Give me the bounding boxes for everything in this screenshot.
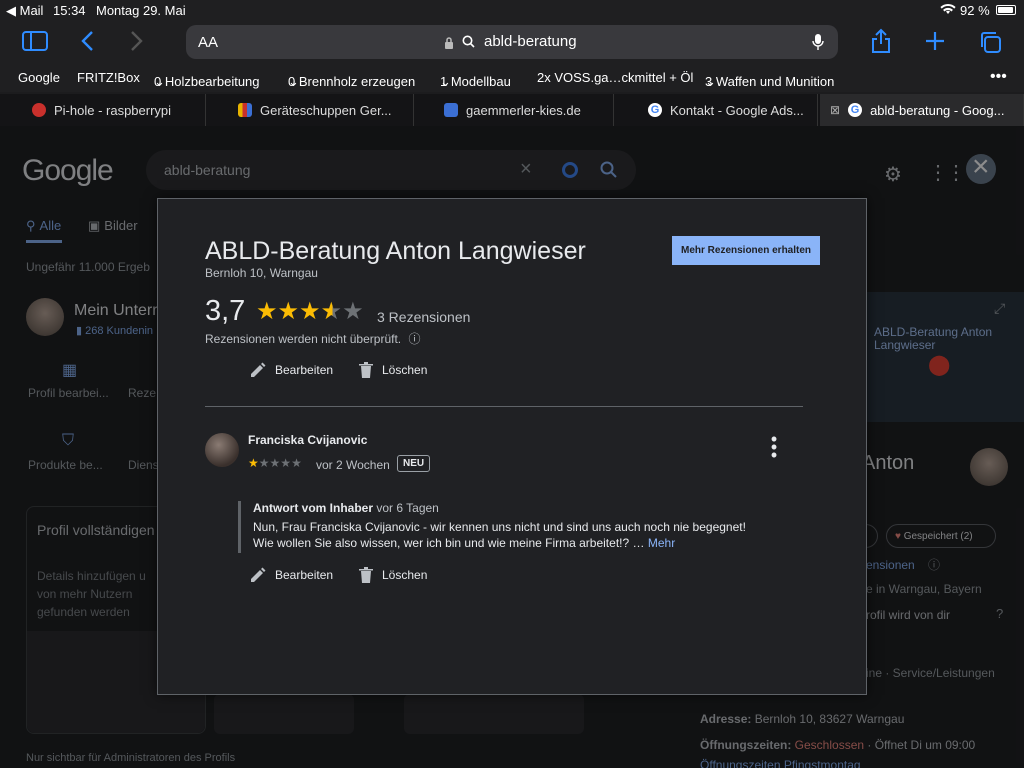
tab-geraeteschuppen[interactable]: Geräteschuppen Ger... — [228, 94, 414, 126]
star-empty-icon: ★ — [269, 456, 281, 470]
browser-toolbar: AA abld-beratung — [0, 20, 1024, 66]
star-full-icon: ★ — [256, 298, 278, 325]
bookmark-label: 0 Brennholz erzeugen — [288, 74, 416, 89]
edit-label: Bearbeiten — [275, 568, 334, 582]
battery-percent: 92 % — [960, 3, 990, 18]
chevron-down-icon: ⌄ — [440, 74, 451, 89]
tab-pihole[interactable]: Pi-hole - raspberrypi — [22, 94, 206, 126]
back-icon[interactable] — [80, 30, 94, 57]
reviewer-name[interactable]: Franciska Cvijanovic — [248, 433, 367, 447]
search-icon — [462, 35, 475, 53]
star-empty-icon: ★ — [291, 456, 302, 470]
star-full-icon: ★ — [277, 298, 300, 325]
chevron-down-icon: ⌄ — [288, 74, 299, 89]
bookmark-label: 0 Holzbearbeitung — [154, 74, 260, 89]
review-stars: ★ ★ ★ ★ ★ — [248, 457, 302, 469]
tab-label: Kontakt - Google Ads... — [670, 102, 804, 118]
get-more-reviews-button[interactable]: Mehr Rezensionen erhalten — [672, 236, 820, 265]
reply-line: Nun, Frau Franciska Cvijanovic - wir ken… — [253, 520, 746, 534]
close-tab-icon[interactable]: ⊠ — [830, 103, 840, 117]
chevron-down-icon: ⌄ — [154, 74, 165, 89]
url-text: abld-beratung — [484, 33, 577, 50]
reply-text: Nun, Frau Franciska Cvijanovic - wir ken… — [253, 519, 758, 551]
forward-icon[interactable] — [130, 30, 144, 57]
rating-stars: ★ ★ ★ ★ ★ — [256, 300, 364, 324]
star-full-icon: ★ — [299, 298, 321, 325]
bookmarks-bar: Google FRITZ!Box 0 Holzbearbeitung ⌄ 0 B… — [0, 66, 1024, 92]
pencil-icon — [251, 362, 266, 377]
status-bar: ◀ Mail 15:34 Montag 29. Mai 92 % — [0, 0, 1024, 20]
sidebar-icon[interactable] — [22, 31, 48, 56]
bookmark-fritzbox[interactable]: FRITZ!Box — [77, 70, 140, 85]
tab-label: Pi-hole - raspberrypi — [54, 102, 172, 118]
tab-google-ads[interactable]: G Kontakt - Google Ads... — [638, 94, 818, 126]
more-bookmarks-icon[interactable]: ••• — [990, 68, 1007, 86]
lock-icon — [444, 36, 454, 54]
star-partial-icon: ★ — [320, 298, 343, 325]
reply-delete-button[interactable]: Löschen — [358, 566, 427, 584]
tab-overview-icon[interactable] — [978, 30, 1002, 59]
reply-header: Antwort vom Inhaber vor 6 Tagen — [253, 501, 758, 515]
delete-label: Löschen — [382, 568, 428, 582]
owner-reply: Antwort vom Inhaber vor 6 Tagen Nun, Fra… — [238, 501, 758, 553]
wifi-icon — [940, 3, 956, 18]
google-icon: G — [648, 103, 662, 117]
not-verified-text: Rezensionen werden nicht überprüft. — [205, 332, 402, 346]
google-icon: G — [848, 103, 863, 117]
microphone-icon[interactable] — [812, 33, 824, 56]
business-title: ABLD-Beratung Anton Langwieser — [205, 237, 586, 265]
reply-edit-button[interactable]: Bearbeiten — [249, 566, 333, 584]
bookmark-google[interactable]: Google — [18, 70, 60, 85]
reviewer-avatar[interactable] — [205, 433, 239, 467]
status-date: Montag 29. Mai — [96, 3, 186, 18]
star-empty-icon: ★ — [258, 456, 270, 470]
trash-icon — [359, 362, 373, 378]
tab-bar: Pi-hole - raspberrypi Geräteschuppen Ger… — [0, 94, 1024, 126]
edit-label: Bearbeiten — [275, 363, 334, 377]
tab-label: gaemmerler-kies.de — [466, 102, 581, 118]
address-bar[interactable]: AA abld-beratung — [186, 25, 838, 59]
battery-icon — [996, 5, 1016, 15]
tab-label: abld-beratung - Goog... — [870, 102, 1005, 118]
new-badge: NEU — [397, 455, 431, 472]
star-empty-icon: ★ — [342, 298, 364, 325]
more-options-icon[interactable]: • • • — [768, 430, 780, 464]
raspberry-icon — [32, 103, 46, 117]
reply-more-link[interactable]: Mehr — [648, 536, 675, 550]
tab-label: Geräteschuppen Ger... — [260, 102, 392, 118]
share-icon[interactable] — [870, 28, 892, 59]
delete-label: Löschen — [382, 363, 428, 377]
rating-value: 3,7 — [205, 295, 246, 327]
reply-line: Wie wollen Sie also wissen, wer ich bin … — [253, 536, 645, 550]
section-divider — [205, 406, 803, 407]
tab-abld-beratung[interactable]: ⊠ Gabld-beratung - Goog... — [820, 94, 1024, 126]
status-time: 15:34 — [53, 3, 86, 18]
star-full-icon: ★ — [248, 456, 259, 470]
review-date: vor 2 Wochen — [316, 458, 390, 472]
reply-label: Antwort vom Inhaber — [253, 501, 374, 515]
bookmark-voss[interactable]: 2x VOSS.ga…ckmittel + Öl — [537, 70, 693, 85]
info-icon[interactable]: ⓘ — [408, 332, 420, 346]
reply-date: vor 6 Tagen — [376, 501, 439, 515]
favicon-icon — [444, 103, 458, 117]
business-address: Bernloh 10, Warngau — [205, 266, 318, 280]
new-tab-icon[interactable] — [924, 30, 946, 57]
tab-gaemmerler[interactable]: gaemmerler-kies.de — [434, 94, 614, 126]
pencil-icon — [251, 567, 266, 582]
review-count: 3 Rezensionen — [377, 309, 471, 325]
bookmark-label: 3 Waffen und Munition — [705, 74, 835, 89]
reviews-dialog: ABLD-Beratung Anton Langwieser Bernloh 1… — [157, 198, 867, 695]
trash-icon — [359, 567, 373, 583]
not-verified-note: Rezensionen werden nicht überprüft. ⓘ — [205, 330, 420, 347]
reader-aa-button[interactable]: AA — [198, 34, 218, 51]
back-to-mail[interactable]: ◀ Mail — [6, 3, 43, 19]
favicon-icon — [238, 103, 252, 117]
star-empty-icon: ★ — [280, 456, 292, 470]
chevron-down-icon: ⌄ — [705, 74, 716, 89]
edit-button[interactable]: Bearbeiten — [249, 361, 333, 379]
delete-button[interactable]: Löschen — [358, 361, 427, 379]
